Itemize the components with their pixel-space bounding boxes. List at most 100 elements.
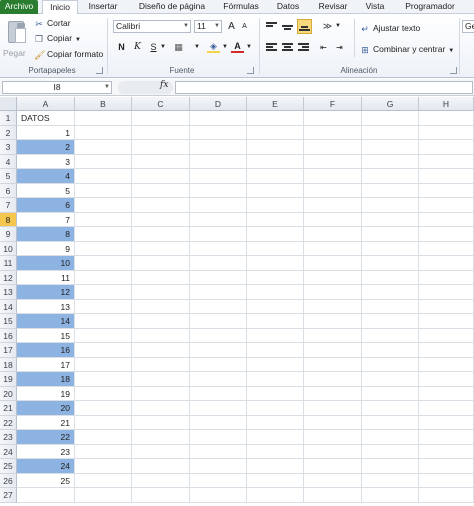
row-header[interactable]: 11 xyxy=(0,256,17,271)
cell[interactable] xyxy=(75,473,132,488)
cell[interactable] xyxy=(362,212,419,227)
cell[interactable] xyxy=(190,473,247,488)
cell[interactable] xyxy=(419,459,474,474)
cell-a9[interactable]: 8 xyxy=(17,227,75,242)
cell[interactable] xyxy=(419,111,474,126)
cell-a23[interactable]: 22 xyxy=(17,430,75,445)
tab-archivo[interactable]: Archivo xyxy=(0,0,38,14)
cell-a4[interactable]: 3 xyxy=(17,154,75,169)
cell[interactable] xyxy=(419,241,474,256)
cell[interactable] xyxy=(419,212,474,227)
cell[interactable] xyxy=(247,488,304,503)
row-header[interactable]: 23 xyxy=(0,430,17,445)
cell[interactable] xyxy=(190,415,247,430)
cell[interactable] xyxy=(190,169,247,184)
cell[interactable] xyxy=(75,270,132,285)
cell[interactable] xyxy=(132,154,190,169)
cell[interactable] xyxy=(190,328,247,343)
cell[interactable] xyxy=(132,169,190,184)
column-header-g[interactable]: G xyxy=(362,97,419,111)
cell[interactable] xyxy=(304,299,362,314)
cell[interactable] xyxy=(247,212,304,227)
tab-formulas[interactable]: Fórmulas xyxy=(219,0,263,14)
cell[interactable] xyxy=(132,256,190,271)
cell[interactable] xyxy=(362,183,419,198)
borders-button[interactable]: ▦ xyxy=(172,41,185,54)
cell-a10[interactable]: 9 xyxy=(17,241,75,256)
cell[interactable] xyxy=(304,343,362,358)
cell[interactable] xyxy=(419,372,474,387)
cell-a13[interactable]: 12 xyxy=(17,285,75,300)
cell[interactable] xyxy=(304,473,362,488)
cell[interactable] xyxy=(304,372,362,387)
column-header-e[interactable]: E xyxy=(247,97,304,111)
cell[interactable] xyxy=(190,285,247,300)
tab-datos[interactable]: Datos xyxy=(273,0,303,14)
cell[interactable] xyxy=(362,488,419,503)
cell[interactable] xyxy=(247,183,304,198)
cell[interactable] xyxy=(75,285,132,300)
cell[interactable] xyxy=(247,459,304,474)
column-header-c[interactable]: C xyxy=(132,97,190,111)
tab-revisar[interactable]: Revisar xyxy=(314,0,352,14)
cell[interactable] xyxy=(190,198,247,213)
cell[interactable] xyxy=(304,169,362,184)
cell[interactable] xyxy=(362,401,419,416)
cell[interactable] xyxy=(419,488,474,503)
cell[interactable] xyxy=(190,212,247,227)
font-dialog-launcher-icon[interactable] xyxy=(247,67,254,74)
cell[interactable] xyxy=(304,401,362,416)
cell[interactable] xyxy=(247,241,304,256)
cell[interactable] xyxy=(132,227,190,242)
cell[interactable] xyxy=(132,299,190,314)
cell[interactable] xyxy=(419,357,474,372)
cell[interactable] xyxy=(247,111,304,126)
cell-a16[interactable]: 15 xyxy=(17,328,75,343)
cell[interactable] xyxy=(190,183,247,198)
cell-a20[interactable]: 19 xyxy=(17,386,75,401)
font-color-dropdown[interactable]: ▼ xyxy=(245,41,253,54)
row-header[interactable]: 22 xyxy=(0,415,17,430)
italic-button[interactable]: K xyxy=(131,41,144,54)
cell[interactable] xyxy=(190,459,247,474)
spreadsheet-grid[interactable]: A B C D E F G H 1 DATOS 2 1 3 2 4 3 5 4 6 5 7 6 8 7 9 8 10 9 11 10 12 1… xyxy=(0,97,474,506)
row-header[interactable]: 9 xyxy=(0,227,17,242)
cell[interactable] xyxy=(362,198,419,213)
shrink-font-button[interactable]: A xyxy=(238,20,251,33)
cell[interactable] xyxy=(75,430,132,445)
cell[interactable] xyxy=(75,386,132,401)
cell[interactable] xyxy=(247,140,304,155)
tab-insertar[interactable]: Insertar xyxy=(83,0,123,14)
cell-a12[interactable]: 11 xyxy=(17,270,75,285)
cell-a6[interactable]: 5 xyxy=(17,183,75,198)
cut-button[interactable]: ✂ Cortar xyxy=(34,17,70,29)
cell[interactable] xyxy=(132,444,190,459)
merge-center-button[interactable]: ⊞ Combinar y centrar ▼ xyxy=(360,43,454,55)
row-header[interactable]: 13 xyxy=(0,285,17,300)
row-header[interactable]: 10 xyxy=(0,241,17,256)
cell-a11[interactable]: 10 xyxy=(17,256,75,271)
cell-a21[interactable]: 20 xyxy=(17,401,75,416)
align-middle-button[interactable] xyxy=(281,20,294,33)
cell[interactable] xyxy=(190,401,247,416)
cell[interactable] xyxy=(75,314,132,329)
cell[interactable] xyxy=(190,444,247,459)
select-all-corner[interactable] xyxy=(0,97,17,111)
cell-a1[interactable]: DATOS xyxy=(17,111,75,126)
cell[interactable] xyxy=(419,415,474,430)
row-header[interactable]: 4 xyxy=(0,154,17,169)
cell[interactable] xyxy=(247,473,304,488)
row-header[interactable]: 8 xyxy=(0,212,17,227)
cell[interactable] xyxy=(304,154,362,169)
cell[interactable] xyxy=(304,125,362,140)
cell[interactable] xyxy=(247,299,304,314)
cell[interactable] xyxy=(304,328,362,343)
cell[interactable] xyxy=(132,430,190,445)
cell[interactable] xyxy=(75,444,132,459)
cell[interactable] xyxy=(419,473,474,488)
bold-button[interactable]: N xyxy=(115,41,128,54)
tab-diseno-pagina[interactable]: Diseño de página xyxy=(132,0,212,14)
row-header[interactable]: 17 xyxy=(0,343,17,358)
cell-a7[interactable]: 6 xyxy=(17,198,75,213)
cell-a24[interactable]: 23 xyxy=(17,444,75,459)
